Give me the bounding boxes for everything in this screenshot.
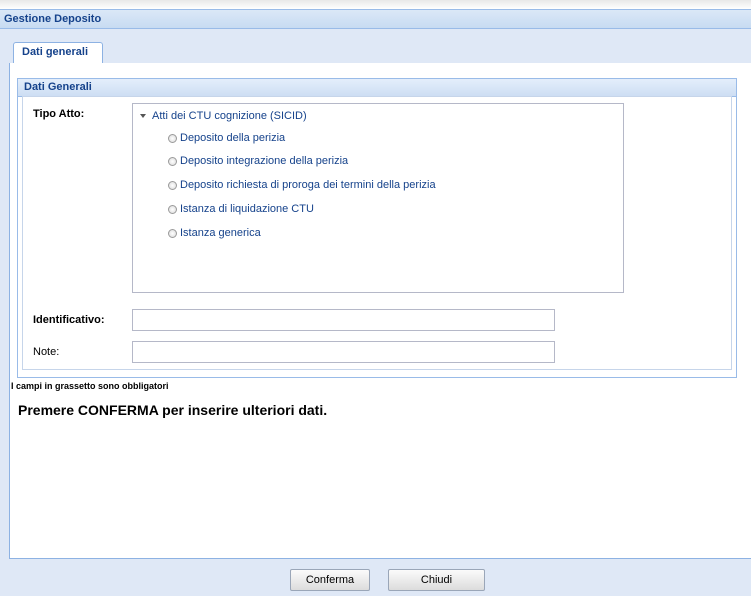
confirm-button[interactable]: Conferma bbox=[290, 569, 370, 591]
radio-icon[interactable] bbox=[168, 180, 177, 190]
tree-root-label: Atti dei CTU cognizione (SICID) bbox=[152, 110, 307, 122]
option-deposito-perizia[interactable]: Deposito della perizia bbox=[168, 131, 285, 145]
option-label: Istanza generica bbox=[180, 227, 261, 239]
note-label: Note: bbox=[33, 346, 60, 358]
gestione-deposito-window: Gestione Deposito Dati generali Dati Gen… bbox=[0, 0, 751, 596]
radio-icon[interactable] bbox=[168, 156, 177, 166]
tab-strip: Dati generali bbox=[9, 41, 751, 64]
confirm-message: Premere CONFERMA per inserire ulteriori … bbox=[18, 402, 328, 418]
option-istanza-generica[interactable]: Istanza generica bbox=[168, 226, 261, 240]
option-label: Deposito della perizia bbox=[180, 132, 286, 144]
option-deposito-integrazione[interactable]: Deposito integrazione della perizia bbox=[168, 154, 348, 168]
radio-icon[interactable] bbox=[168, 133, 177, 143]
panel-title: Dati Generali bbox=[24, 81, 92, 93]
option-deposito-richiesta-proroga[interactable]: Deposito richiesta di proroga dei termin… bbox=[168, 178, 436, 192]
identificativo-label: Identificativo: bbox=[33, 314, 105, 326]
tree-root-node[interactable]: Atti dei CTU cognizione (SICID) bbox=[140, 110, 307, 122]
note-input[interactable] bbox=[132, 341, 555, 363]
radio-icon[interactable] bbox=[168, 204, 177, 214]
top-shadow bbox=[0, 0, 751, 9]
close-button[interactable]: Chiudi bbox=[388, 569, 485, 591]
radio-icon[interactable] bbox=[168, 228, 177, 238]
tipo-atto-label: Tipo Atto: bbox=[33, 108, 85, 120]
option-label: Deposito richiesta di proroga dei termin… bbox=[180, 179, 436, 191]
option-istanza-liquidazione[interactable]: Istanza di liquidazione CTU bbox=[168, 202, 314, 216]
tab-dati-generali[interactable]: Dati generali bbox=[13, 42, 103, 63]
tab-label: Dati generali bbox=[22, 46, 89, 58]
identificativo-input[interactable] bbox=[132, 309, 555, 331]
window-titlebar: Gestione Deposito bbox=[0, 9, 751, 29]
collapse-arrow-icon[interactable] bbox=[140, 114, 146, 119]
required-fields-note: I campi in grassetto sono obbligatori bbox=[11, 381, 169, 391]
panel-header: Dati Generali bbox=[18, 79, 736, 97]
window-title: Gestione Deposito bbox=[4, 13, 102, 25]
option-label: Istanza di liquidazione CTU bbox=[180, 203, 314, 215]
option-label: Deposito integrazione della perizia bbox=[180, 155, 349, 167]
